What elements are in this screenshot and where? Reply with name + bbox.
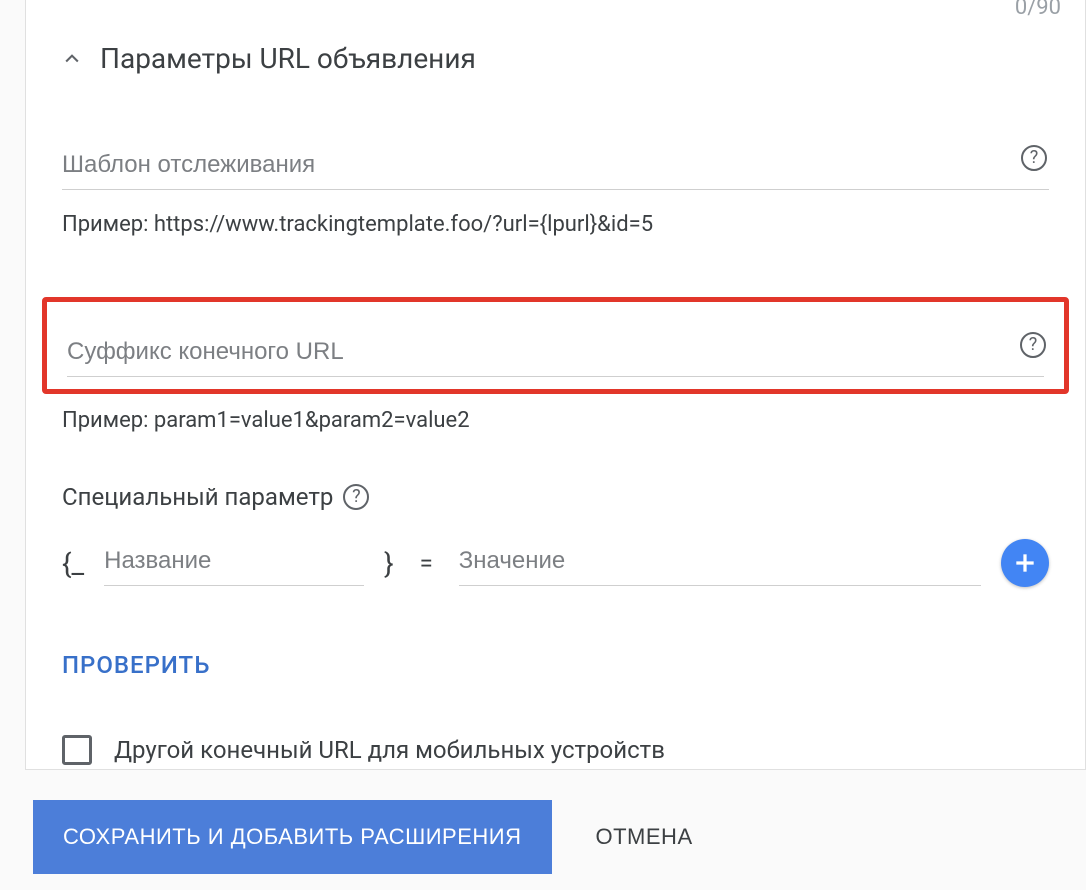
brace-open: {_ bbox=[62, 547, 84, 580]
chevron-up-icon bbox=[62, 49, 82, 69]
brace-close: } bbox=[384, 547, 393, 580]
mobile-url-label: Другой конечный URL для мобильных устрой… bbox=[114, 736, 665, 764]
tracking-example: Пример: https://www.trackingtemplate.foo… bbox=[62, 212, 1049, 237]
mobile-url-row: Другой конечный URL для мобильных устрой… bbox=[62, 735, 1049, 765]
mobile-url-checkbox[interactable] bbox=[62, 735, 92, 765]
section-header[interactable]: Параметры URL объявления bbox=[26, 0, 1085, 75]
char-counter: 0/90 bbox=[1015, 0, 1061, 20]
save-button[interactable]: СОХРАНИТЬ И ДОБАВИТЬ РАСШИРЕНИЯ bbox=[33, 800, 552, 874]
cancel-button[interactable]: ОТМЕНА bbox=[588, 800, 701, 874]
final-url-suffix-highlight: ? bbox=[42, 297, 1069, 394]
custom-param-value-input[interactable] bbox=[459, 541, 981, 586]
custom-param-name-input[interactable] bbox=[104, 541, 364, 586]
custom-param-label: Специальный параметр bbox=[62, 483, 333, 511]
add-param-button[interactable] bbox=[1001, 539, 1049, 587]
final-url-suffix-input[interactable] bbox=[67, 332, 1044, 377]
url-options-card: 0/90 Параметры URL объявления ? Пример: … bbox=[25, 0, 1086, 770]
footer-actions: СОХРАНИТЬ И ДОБАВИТЬ РАСШИРЕНИЯ ОТМЕНА bbox=[33, 800, 701, 874]
custom-param-row: {_ } = bbox=[62, 539, 1049, 587]
help-icon[interactable]: ? bbox=[1021, 145, 1047, 171]
verify-link[interactable]: ПРОВЕРИТЬ bbox=[62, 651, 210, 679]
tracking-template-field: ? Пример: https://www.trackingtemplate.f… bbox=[62, 145, 1049, 237]
section-title: Параметры URL объявления bbox=[100, 42, 476, 75]
plus-icon bbox=[1012, 550, 1038, 576]
tracking-template-input[interactable] bbox=[62, 145, 1049, 190]
help-icon[interactable]: ? bbox=[343, 484, 369, 510]
suffix-example: Пример: param1=value1&param2=value2 bbox=[62, 408, 1049, 433]
custom-parameter-block: Специальный параметр ? {_ } = bbox=[62, 483, 1049, 587]
help-icon[interactable]: ? bbox=[1020, 332, 1046, 358]
equals-sign: = bbox=[420, 549, 433, 577]
